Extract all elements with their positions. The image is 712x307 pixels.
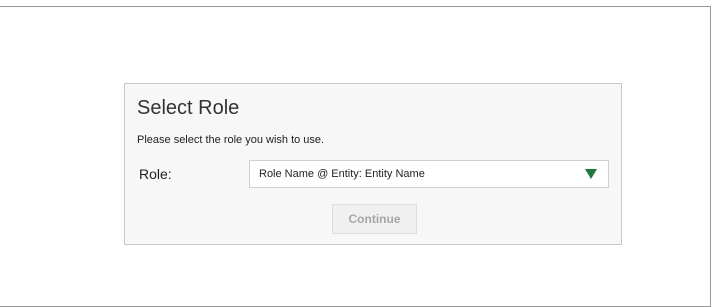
dialog-title: Select Role [137, 97, 240, 119]
select-role-dialog: Select Role Please select the role you w… [124, 83, 622, 245]
role-label: Role: [139, 166, 172, 182]
role-select[interactable]: Role Name @ Entity: Entity Name [249, 160, 609, 188]
role-select-value: Role Name @ Entity: Entity Name [259, 168, 425, 180]
dropdown-arrow-icon [585, 169, 597, 179]
page-frame: Select Role Please select the role you w… [0, 6, 711, 307]
dialog-instruction: Please select the role you wish to use. [137, 134, 325, 146]
continue-button[interactable]: Continue [332, 204, 417, 234]
